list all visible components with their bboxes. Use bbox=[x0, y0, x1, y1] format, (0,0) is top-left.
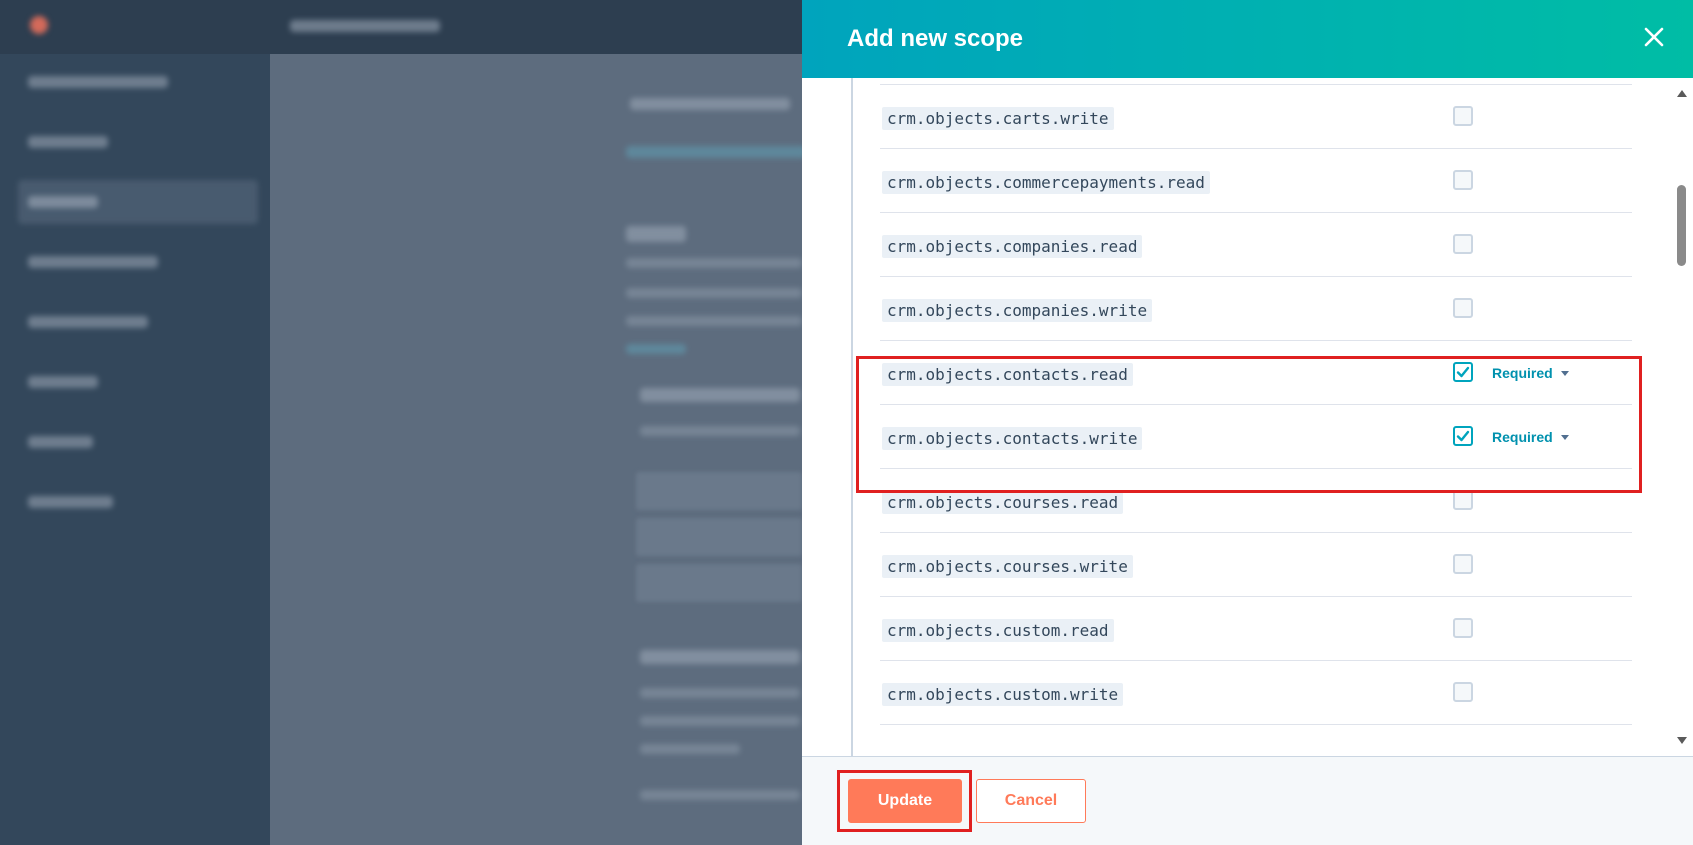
background-main bbox=[270, 54, 802, 845]
scope-name: crm.objects.companies.write bbox=[882, 299, 1153, 322]
update-button[interactable]: Update bbox=[848, 779, 962, 823]
background-sidebar bbox=[0, 0, 270, 845]
panel-header: Add new scope bbox=[802, 0, 1693, 78]
scope-checkbox[interactable] bbox=[1453, 682, 1473, 702]
scope-checkbox[interactable] bbox=[1453, 554, 1473, 574]
tree-indent-line bbox=[851, 78, 853, 756]
scrollbar[interactable] bbox=[1671, 78, 1693, 756]
scope-checkbox[interactable] bbox=[1453, 618, 1473, 638]
required-label: Required bbox=[1492, 365, 1553, 381]
scope-name: crm.objects.commercepayments.read bbox=[882, 171, 1210, 194]
scope-row: crm.objects.carts.write bbox=[880, 85, 1632, 149]
scope-name: crm.objects.companies.read bbox=[882, 235, 1143, 258]
scope-row: crm.objects.courses.read bbox=[880, 469, 1632, 533]
scope-name: crm.objects.custom.write bbox=[882, 683, 1124, 706]
scope-row: crm.objects.companies.write bbox=[880, 277, 1632, 341]
scope-row-contacts-read: crm.objects.contacts.read Required bbox=[880, 341, 1632, 405]
scope-checkbox[interactable] bbox=[1453, 106, 1473, 126]
scope-checkbox[interactable] bbox=[1453, 234, 1473, 254]
scope-list-container: crm.objects.carts.write crm.objects.comm… bbox=[802, 78, 1693, 756]
scrollbar-thumb[interactable] bbox=[1677, 185, 1686, 266]
scope-row: crm.objects.custom.write bbox=[880, 661, 1632, 725]
required-dropdown[interactable]: Required bbox=[1492, 363, 1569, 383]
checkmark-icon bbox=[1456, 366, 1470, 378]
cancel-button[interactable]: Cancel bbox=[976, 779, 1086, 823]
scope-row: crm.objects.courses.write bbox=[880, 533, 1632, 597]
required-dropdown[interactable]: Required bbox=[1492, 427, 1569, 447]
close-icon bbox=[1644, 27, 1664, 47]
close-button[interactable] bbox=[1639, 22, 1669, 52]
scroll-down-arrow-icon[interactable] bbox=[1677, 737, 1687, 744]
checkmark-icon bbox=[1456, 430, 1470, 442]
scope-checkbox-checked[interactable] bbox=[1453, 426, 1473, 446]
scope-checkbox-checked[interactable] bbox=[1453, 362, 1473, 382]
scroll-up-arrow-icon[interactable] bbox=[1677, 90, 1687, 97]
scope-name: crm.objects.courses.read bbox=[882, 491, 1124, 514]
scope-name: crm.objects.custom.read bbox=[882, 619, 1114, 642]
scope-row-partial bbox=[880, 78, 1632, 85]
scope-name: crm.objects.contacts.read bbox=[882, 363, 1133, 386]
background-topbar bbox=[0, 0, 802, 54]
scope-checkbox[interactable] bbox=[1453, 170, 1473, 190]
panel-title: Add new scope bbox=[847, 25, 1024, 52]
add-scope-panel: Add new scope crm.objects.carts.write cr… bbox=[802, 0, 1693, 845]
panel-footer: Update Cancel bbox=[802, 756, 1693, 845]
scope-name: crm.objects.contacts.write bbox=[882, 427, 1143, 450]
caret-down-icon bbox=[1560, 434, 1569, 440]
scope-checkbox[interactable] bbox=[1453, 298, 1473, 318]
scope-name: crm.objects.carts.write bbox=[882, 107, 1114, 130]
scope-row-contacts-write: crm.objects.contacts.write Required bbox=[880, 405, 1632, 469]
caret-down-icon bbox=[1560, 370, 1569, 376]
scope-row: crm.objects.commercepayments.read bbox=[880, 149, 1632, 213]
required-label: Required bbox=[1492, 429, 1553, 445]
background-app bbox=[0, 0, 802, 845]
scope-row: crm.objects.custom.read bbox=[880, 597, 1632, 661]
scope-row: crm.objects.companies.read bbox=[880, 213, 1632, 277]
scope-name: crm.objects.courses.write bbox=[882, 555, 1133, 578]
scope-checkbox[interactable] bbox=[1453, 490, 1473, 510]
